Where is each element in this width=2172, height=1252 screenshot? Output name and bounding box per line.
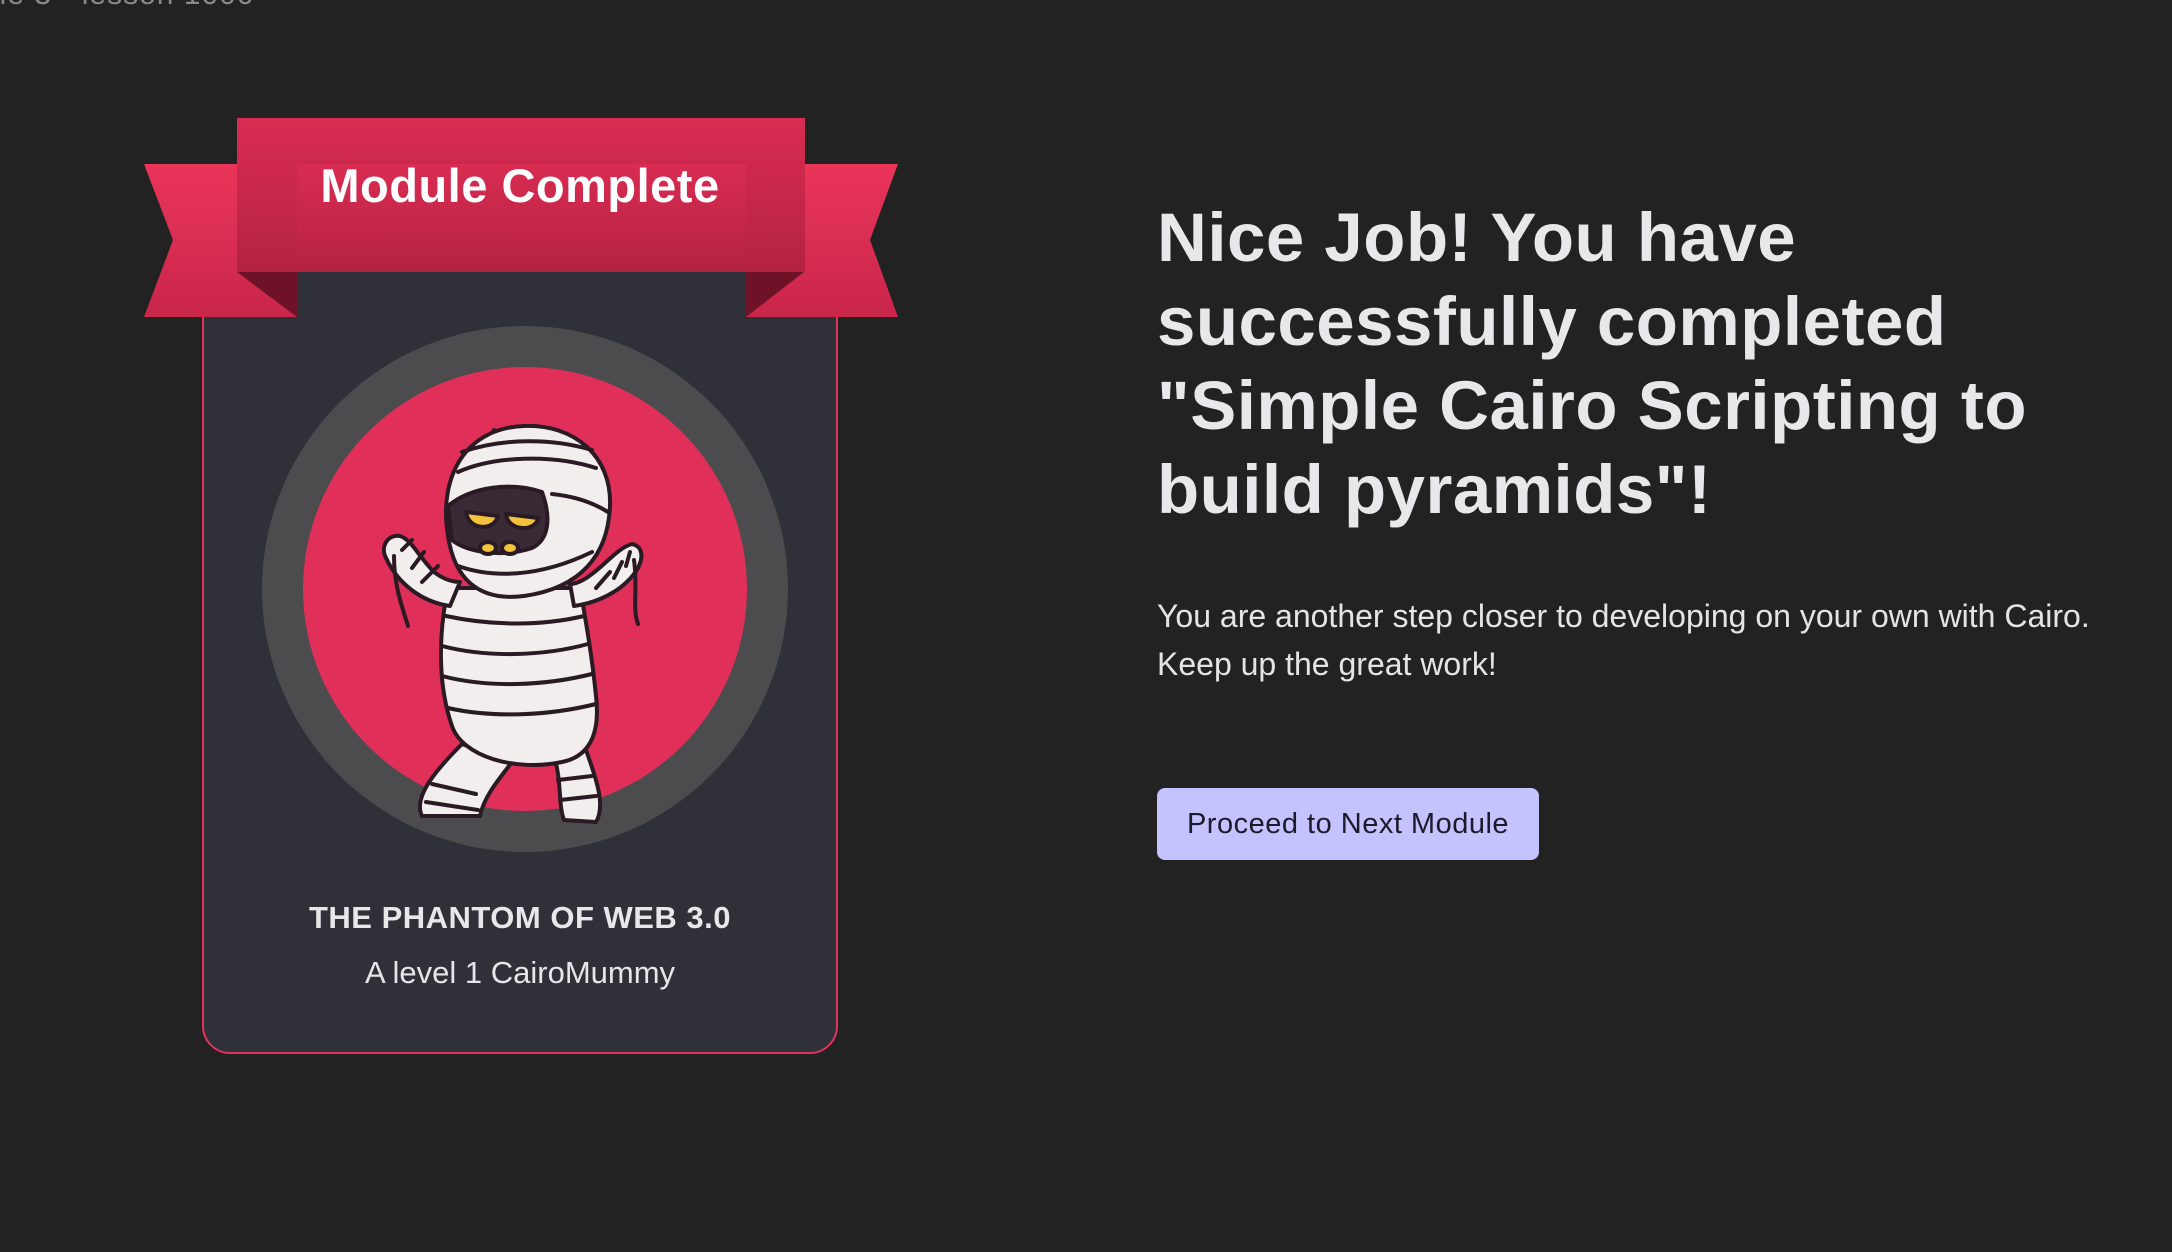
mummy-character-icon xyxy=(262,326,788,852)
message-line-1: You are another step closer to developin… xyxy=(1157,598,2090,634)
proceed-next-module-button[interactable]: Proceed to Next Module xyxy=(1157,788,1539,860)
breadcrumb: ule 3 · lesson 1000 xyxy=(0,0,255,12)
badge-subtitle: A level 1 CairoMummy xyxy=(364,955,676,990)
badge-title: THE PHANTOM OF WEB 3.0 xyxy=(308,900,732,935)
completion-message: You are another step closer to developin… xyxy=(1157,592,2157,688)
completion-headline: Nice Job! You have successfully complete… xyxy=(1157,199,2027,528)
ribbon-label: Module Complete xyxy=(320,159,720,212)
message-line-2: Keep up the great work! xyxy=(1157,646,1497,682)
page: ule 3 · lesson 1000 xyxy=(0,0,2172,1252)
